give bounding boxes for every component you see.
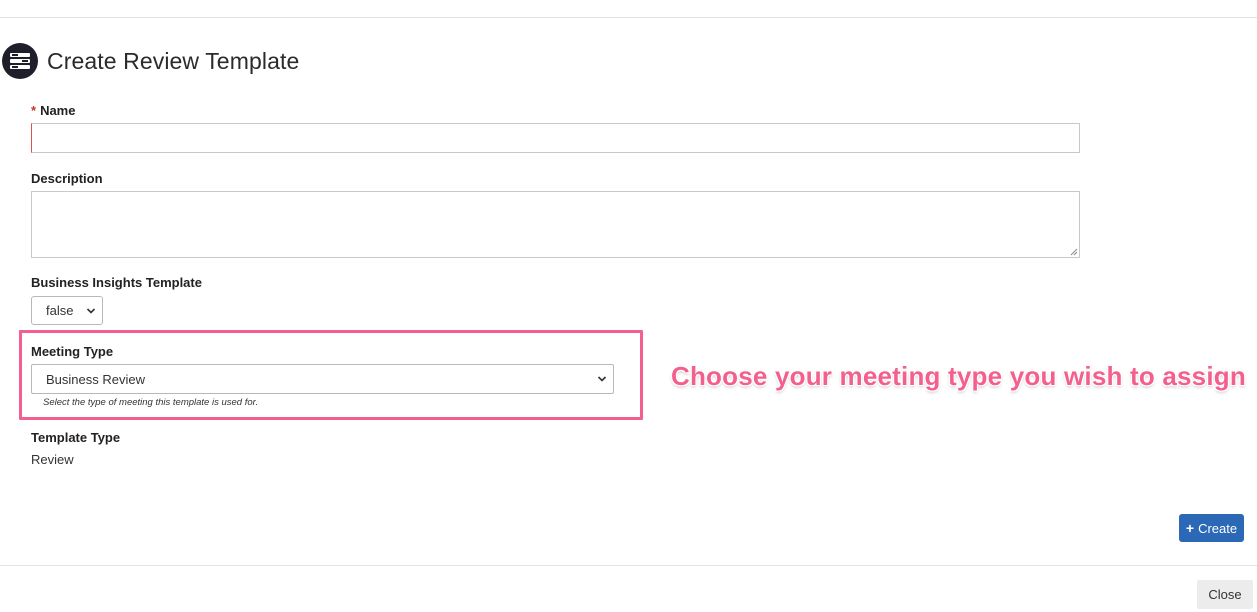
template-type-label: Template Type bbox=[31, 430, 121, 445]
plus-icon: + bbox=[1185, 520, 1195, 536]
chevron-down-icon bbox=[86, 307, 96, 314]
list-stack-icon bbox=[2, 43, 38, 79]
template-type-value: Review bbox=[31, 452, 74, 467]
description-label: Description bbox=[31, 171, 103, 186]
business-insights-label: Business Insights Template bbox=[31, 275, 202, 290]
description-textarea[interactable] bbox=[31, 191, 1080, 258]
close-button[interactable]: Close bbox=[1197, 580, 1253, 609]
create-button[interactable]: + Create bbox=[1179, 514, 1244, 542]
name-label-text: Name bbox=[40, 103, 76, 118]
highlight-box bbox=[19, 330, 643, 420]
footer-divider bbox=[0, 565, 1257, 566]
business-insights-select[interactable]: false bbox=[31, 296, 103, 325]
required-marker: * bbox=[31, 103, 37, 118]
annotation-callout: Choose your meeting type you wish to ass… bbox=[671, 361, 1246, 391]
name-input[interactable] bbox=[31, 123, 1080, 153]
page-title: Create Review Template bbox=[47, 47, 300, 74]
resize-grip-icon[interactable] bbox=[1070, 248, 1078, 256]
top-divider bbox=[0, 17, 1257, 18]
name-label: * Name bbox=[31, 103, 75, 118]
page-header: Create Review Template bbox=[2, 42, 299, 80]
business-insights-value: false bbox=[46, 303, 74, 318]
create-button-label: Create bbox=[1198, 520, 1238, 536]
